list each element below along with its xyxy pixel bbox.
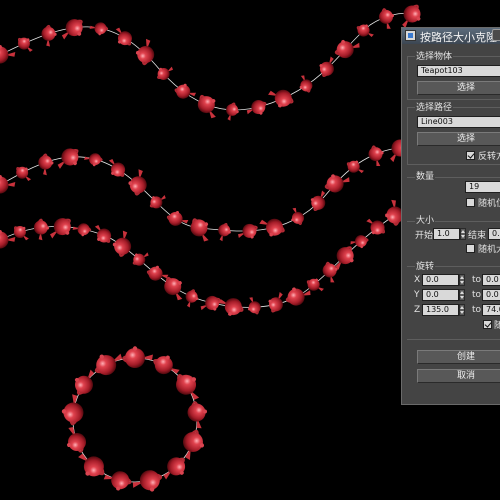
start-size-label: 开始 <box>415 231 434 241</box>
spline-path <box>0 13 413 111</box>
rotation-y-to-field[interactable]: 0.0 <box>482 289 500 301</box>
teapot-clone[interactable] <box>33 218 50 241</box>
teapot-clone[interactable] <box>223 101 241 122</box>
teapot-clone[interactable] <box>102 468 132 493</box>
rotation-y-from-spinner[interactable] <box>459 289 465 301</box>
random-position-checkbox[interactable] <box>466 198 475 207</box>
teapot-clone[interactable] <box>182 288 200 309</box>
clone-along-path-dialog: 按路径大小克隆 选择物体 Teapot103 选择 选择路径 Line003 选… <box>401 27 500 405</box>
count-label: 数量 <box>415 169 436 182</box>
teapot-clone[interactable] <box>122 346 154 368</box>
reverse-direction-label: 反转方 <box>478 152 500 162</box>
teapot-clone[interactable] <box>45 214 76 244</box>
select-path-label: 选择路径 <box>415 100 454 113</box>
teapot-clone[interactable] <box>72 222 92 237</box>
random-position-label: 随机位 <box>478 199 500 209</box>
teapot-clone[interactable] <box>187 215 215 246</box>
path-name-field[interactable]: Line003 <box>417 116 500 128</box>
teapot-clone[interactable] <box>323 170 352 194</box>
teapot-clone[interactable] <box>111 229 134 257</box>
rollout-tab[interactable] <box>492 29 500 41</box>
app-icon <box>405 30 416 41</box>
reverse-direction-checkbox[interactable] <box>466 151 475 160</box>
start-size-field[interactable]: 1.0 <box>433 228 460 240</box>
teapot-clone[interactable] <box>73 447 109 483</box>
teapot-clone[interactable] <box>363 214 389 239</box>
teapot-clone[interactable] <box>265 84 295 111</box>
count-field[interactable]: 19 <box>465 181 500 193</box>
teapot-clone[interactable] <box>89 21 109 36</box>
rotation-x-from-spinner[interactable] <box>459 274 465 286</box>
teapot-clone[interactable] <box>60 393 85 426</box>
rotation-z-to-label: to <box>472 305 482 315</box>
teapot-clone[interactable] <box>257 213 287 240</box>
teapot-clone[interactable] <box>166 209 190 229</box>
actions-separator <box>407 339 500 340</box>
teapot-clone[interactable] <box>147 191 169 211</box>
rotation-z-from-field[interactable]: 135.0 <box>422 304 459 316</box>
teapot-clone[interactable] <box>90 221 114 247</box>
teapot-clone[interactable] <box>215 293 245 320</box>
rotation-x-to-label: to <box>472 275 482 285</box>
teapot-clone[interactable] <box>91 346 127 379</box>
teapot-clone[interactable] <box>104 155 128 181</box>
teapot-clone[interactable] <box>333 36 362 60</box>
teapot-clone[interactable] <box>41 24 58 47</box>
rotation-y-label: Y <box>414 290 420 300</box>
teapot-clone[interactable] <box>154 62 176 82</box>
teapot-clone[interactable] <box>130 248 152 268</box>
select-path-button[interactable]: 选择 <box>417 132 500 146</box>
cancel-button[interactable]: 取消 <box>417 369 500 383</box>
teapot-clone[interactable] <box>15 34 37 56</box>
teapot-clone[interactable] <box>134 37 157 66</box>
size-label: 大小 <box>415 213 436 226</box>
end-size-field[interactable]: 0.4 <box>488 228 500 240</box>
rotation-x-to-field[interactable]: 0.0 <box>482 274 500 286</box>
dialog-titlebar[interactable]: 按路径大小克隆 <box>402 28 500 44</box>
rotation-z-label: Z <box>414 305 421 315</box>
object-name-field[interactable]: Teapot103 <box>417 65 500 77</box>
rotation-z-to-field[interactable]: 74.0 <box>482 304 500 316</box>
end-size-label: 结束 <box>468 231 487 241</box>
create-button[interactable]: 创建 <box>417 350 500 364</box>
teapot-clone[interactable] <box>37 153 54 176</box>
teapot-clone[interactable] <box>0 45 16 64</box>
rotation-x-label: X <box>414 275 421 285</box>
rotation-label: 旋转 <box>415 259 436 272</box>
rotation-z-from-spinner[interactable] <box>459 304 465 316</box>
teapot-clone[interactable] <box>177 428 208 463</box>
rotation-y-to-label: to <box>472 290 482 300</box>
teapot-clone[interactable] <box>111 24 135 50</box>
teapot-clone[interactable] <box>245 295 263 316</box>
teapot-clone[interactable] <box>355 21 377 41</box>
teapot-clone[interactable] <box>244 97 269 119</box>
teapot-clone[interactable] <box>0 230 16 249</box>
teapot-clone[interactable] <box>13 163 35 185</box>
teapot-clone[interactable] <box>296 73 314 94</box>
select-object-label: 选择物体 <box>415 49 454 62</box>
teapot-clone[interactable] <box>194 91 222 122</box>
random-size-label: 随机大 <box>478 245 500 255</box>
teapot-clone[interactable] <box>61 424 89 456</box>
rotation-y-from-field[interactable]: 0.0 <box>422 289 459 301</box>
dialog-title: 按路径大小克隆 <box>420 31 497 44</box>
rotation-x-from-field[interactable]: 0.0 <box>422 274 459 286</box>
teapot-clone[interactable] <box>367 145 386 168</box>
teapot-clone[interactable] <box>186 401 209 430</box>
random-rotation-checkbox[interactable] <box>483 320 492 329</box>
teapot-clone[interactable] <box>161 273 189 304</box>
teapot-clone[interactable] <box>83 152 103 167</box>
random-size-checkbox[interactable] <box>466 244 475 253</box>
random-rotation-label: 随 <box>494 321 500 331</box>
teapot-clone[interactable] <box>288 206 306 227</box>
teapot-clone[interactable] <box>235 221 260 243</box>
select-object-button[interactable]: 选择 <box>417 81 500 95</box>
teapot-clones[interactable] <box>0 1 426 496</box>
start-size-spinner[interactable] <box>460 228 466 240</box>
teapot-clone[interactable] <box>215 222 233 243</box>
teapot-clone[interactable] <box>378 7 397 30</box>
